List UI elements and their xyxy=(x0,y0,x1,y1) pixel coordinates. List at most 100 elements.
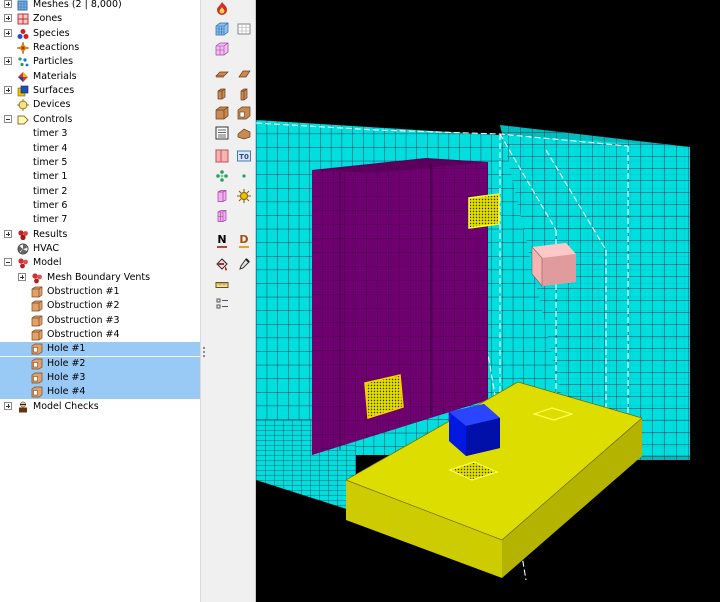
new-plane-icon[interactable] xyxy=(236,66,252,82)
tree-item-label: Obstruction #1 xyxy=(47,286,120,297)
new-roof-icon[interactable] xyxy=(236,125,252,141)
point-device-icon[interactable] xyxy=(236,168,252,184)
tree-item-hole-3[interactable]: Hole #3 xyxy=(0,371,200,386)
new-wall-icon[interactable] xyxy=(236,86,252,102)
tree-item-controls[interactable]: Controls xyxy=(0,113,200,127)
tree-item-label: Hole #4 xyxy=(47,386,86,398)
window-icon[interactable] xyxy=(214,208,230,224)
tree-item-timer-4[interactable]: timer 4 xyxy=(0,142,200,156)
tree-item-timer-1[interactable]: timer 1 xyxy=(0,170,200,184)
svg-text:T0: T0 xyxy=(239,153,249,161)
collapse-icon[interactable] xyxy=(4,114,12,123)
tree-item-model-checks[interactable]: Model Checks xyxy=(0,400,200,414)
tree-item-label: Reactions xyxy=(33,42,80,54)
new-stair-icon[interactable] xyxy=(214,125,230,141)
new-obstruction-icon[interactable] xyxy=(214,86,230,102)
tree-item-obstruction-2[interactable]: Obstruction #2 xyxy=(0,299,200,313)
hole-icon xyxy=(31,386,43,398)
tool-palette: T0 N D xyxy=(206,0,256,602)
fire-source-icon[interactable] xyxy=(236,188,252,204)
tree-item-obstruction-4[interactable]: Obstruction #4 xyxy=(0,328,200,342)
new-vent-icon[interactable] xyxy=(214,148,230,164)
scene-drawing[interactable] xyxy=(256,0,720,602)
tree-item-timer-5[interactable]: timer 5 xyxy=(0,156,200,170)
dimension-icon-label: D xyxy=(239,232,249,248)
zones-icon xyxy=(17,13,29,25)
tree-item-label: Species xyxy=(33,27,70,39)
expand-icon[interactable] xyxy=(4,28,12,37)
tree-item-label: Results xyxy=(33,228,68,240)
tree-item-hole-2[interactable]: Hole #2 xyxy=(0,356,200,371)
tree-item-species[interactable]: Species xyxy=(0,27,200,41)
tree-item-label: Model Checks xyxy=(33,400,99,412)
temperature-device-icon[interactable]: T0 xyxy=(236,148,252,164)
tree-item-model[interactable]: Model xyxy=(0,256,200,270)
tree-item-results[interactable]: Results xyxy=(0,228,200,242)
tree-item-label: Particles xyxy=(33,56,74,68)
tree-item-label: Devices xyxy=(33,99,71,111)
tree-item-label: timer 7 xyxy=(33,214,68,226)
list-icon[interactable] xyxy=(214,296,230,312)
tree-item-timer-3[interactable]: timer 3 xyxy=(0,127,200,141)
new-mesh-icon[interactable] xyxy=(214,21,230,37)
new-hole-icon[interactable] xyxy=(236,105,252,121)
obstruction-2 xyxy=(531,243,576,287)
hvac-icon xyxy=(17,243,29,255)
north-arrow-icon-label: N xyxy=(217,232,227,248)
tree-item-timer-6[interactable]: timer 6 xyxy=(0,199,200,213)
new-slab-icon[interactable] xyxy=(214,66,230,82)
3d-viewport[interactable] xyxy=(256,0,720,602)
tree-item-label: Materials xyxy=(33,70,77,82)
tree-item-zones[interactable]: Zones xyxy=(0,12,200,26)
expand-icon[interactable] xyxy=(4,229,12,238)
tree-item-hvac[interactable]: HVAC xyxy=(0,242,200,256)
eyedropper-icon[interactable] xyxy=(236,256,252,272)
obstruction-icon xyxy=(31,329,43,341)
tree-item-label: timer 6 xyxy=(33,199,68,211)
ruler-icon[interactable] xyxy=(214,277,230,293)
materials-icon xyxy=(17,71,29,83)
tree-item-materials[interactable]: Materials xyxy=(0,70,200,84)
reactions-icon xyxy=(16,41,30,55)
mesh-grid-icon[interactable] xyxy=(236,21,252,37)
tree-item-mesh-boundary-vents[interactable]: Mesh Boundary Vents xyxy=(0,271,200,285)
tree-item-hole-4[interactable]: Hole #4 xyxy=(0,385,200,400)
expand-icon[interactable] xyxy=(4,86,12,95)
tree-item-surfaces[interactable]: Surfaces xyxy=(0,84,200,98)
split-mesh-icon[interactable] xyxy=(214,41,230,57)
tree-item-particles[interactable]: Particles xyxy=(0,55,200,69)
tree-item-reactions[interactable]: Reactions xyxy=(0,41,200,55)
door-icon[interactable] xyxy=(214,188,230,204)
tree-item-hole-1[interactable]: Hole #1 xyxy=(0,342,200,357)
tree-item-label: Obstruction #4 xyxy=(47,329,120,341)
new-block-icon[interactable] xyxy=(214,105,230,121)
north-arrow-icon[interactable]: N xyxy=(214,232,230,248)
results-icon xyxy=(17,229,29,241)
particles-icon xyxy=(17,56,29,68)
expand-icon[interactable] xyxy=(4,0,12,8)
tree-item-label: Model xyxy=(33,257,62,269)
expand-icon[interactable] xyxy=(4,57,12,66)
tree-item-label: timer 3 xyxy=(33,128,68,140)
collapse-icon[interactable] xyxy=(4,258,12,267)
expand-icon[interactable] xyxy=(4,401,12,410)
tree-item-label: Hole #3 xyxy=(47,372,86,384)
tree-item-label: timer 1 xyxy=(33,171,68,183)
surfaces-icon xyxy=(17,85,29,97)
tree-item-obstruction-3[interactable]: Obstruction #3 xyxy=(0,314,200,328)
tree-item-devices[interactable]: Devices xyxy=(0,98,200,112)
fire-icon[interactable] xyxy=(214,0,230,16)
expand-icon[interactable] xyxy=(4,14,12,23)
tree-item-label: timer 4 xyxy=(33,142,68,154)
hole-icon xyxy=(31,358,43,370)
tree-item-timer-2[interactable]: timer 2 xyxy=(0,185,200,199)
tree-item-obstruction-1[interactable]: Obstruction #1 xyxy=(0,285,200,299)
dimension-icon[interactable]: D xyxy=(236,232,252,248)
tree-item-timer-7[interactable]: timer 7 xyxy=(0,213,200,227)
expand-icon[interactable] xyxy=(18,272,26,281)
tree-item-label: timer 5 xyxy=(33,156,68,168)
tree-item-meshes-2-8-000[interactable]: Meshes (2 | 8,000) xyxy=(0,0,200,12)
tree-item-label: timer 2 xyxy=(33,185,68,197)
particle-cloud-icon[interactable] xyxy=(214,168,230,184)
paint-bucket-icon[interactable] xyxy=(214,256,230,272)
